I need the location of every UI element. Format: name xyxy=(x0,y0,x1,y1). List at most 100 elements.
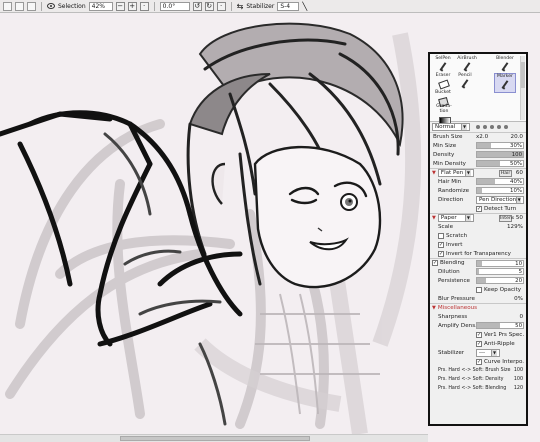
detect-turn-checkbox[interactable]: ✓ Detect Turn xyxy=(476,205,516,212)
ver1-row: ✓ Ver1 Prs Spec. xyxy=(430,330,526,339)
min-density-row: Min Density 50% xyxy=(430,159,526,168)
keep-opacity-checkbox[interactable]: Keep Opacity xyxy=(476,286,522,293)
keep-opacity-label: Keep Opacity xyxy=(484,286,522,293)
stabilizer-select[interactable]: S-4 xyxy=(277,1,300,11)
chevron-down-icon: ▼ xyxy=(464,170,471,176)
flip-icon[interactable]: ⇆ xyxy=(237,2,244,11)
blending-slider[interactable]: 10 xyxy=(476,260,524,267)
brush-size-multiplier[interactable]: x2.0 xyxy=(476,134,488,140)
blur-pressure-value[interactable]: 0% xyxy=(514,296,523,302)
invert-checkbox[interactable]: ✓ Invert xyxy=(438,241,462,248)
brush-size-row: Brush Size x2.0 20.0 xyxy=(430,132,526,141)
horizontal-scrollbar[interactable] xyxy=(0,434,428,442)
checkbox-checked-icon[interactable]: ✓ xyxy=(432,260,438,266)
tool-option-button[interactable] xyxy=(3,1,12,11)
density-slider[interactable]: 100 xyxy=(476,151,524,158)
tool-grid-scrollbar[interactable] xyxy=(520,56,525,120)
tool-marker[interactable]: Marker xyxy=(494,73,516,93)
panel-stabilizer-select[interactable]: --- ▼ xyxy=(476,348,500,357)
hair-min-fill xyxy=(477,179,496,184)
marker-label: Marker xyxy=(497,74,513,79)
rotation-field[interactable]: 0.0° xyxy=(159,1,190,11)
dilution-fill xyxy=(477,269,480,274)
scale-value[interactable]: 129% xyxy=(507,224,523,230)
amplify-row: Amplify Dens. 50 xyxy=(430,321,526,330)
brush-settings-panel: SelPen AirBrush Blender Eraser Pencil Ma… xyxy=(428,52,528,426)
invert-transparency-checkbox[interactable]: ✓ Invert for Transparency xyxy=(438,250,511,257)
direction-select[interactable]: Pen Direction ▼ xyxy=(476,195,524,204)
prs-size-row[interactable]: Prs. Hard <-> Soft: Brush Size 100 xyxy=(430,366,526,375)
scratch-checkbox[interactable]: Scratch xyxy=(438,232,467,239)
prs-size-label: Prs. Hard <-> Soft: Brush Size xyxy=(438,368,511,373)
sharpness-value[interactable]: 0 xyxy=(519,314,523,320)
min-size-value: 30% xyxy=(510,143,522,149)
zoom-out-button[interactable]: − xyxy=(115,1,125,11)
rotation-value: 0.0° xyxy=(162,2,176,10)
randomize-row: Randomize 10% xyxy=(430,186,526,195)
eye-icon[interactable] xyxy=(47,3,55,9)
hair-min-label: Hair Min xyxy=(438,178,462,185)
tool-pencil[interactable]: Pencil xyxy=(454,73,476,93)
amplify-slider[interactable]: 50 xyxy=(476,322,524,329)
persistence-row: Persistence 20 xyxy=(430,276,526,285)
checkbox-checked-icon: ✓ xyxy=(438,250,444,257)
scrollbar-thumb[interactable] xyxy=(120,436,310,441)
panel-stabilizer-value: --- xyxy=(479,349,486,356)
antiripple-checkbox[interactable]: ✓ Anti-Ripple xyxy=(476,340,515,347)
misc-header[interactable]: ▼ Miscellaneous xyxy=(430,303,526,312)
drawing-canvas[interactable] xyxy=(0,14,428,434)
rotate-left-button[interactable]: ↺ xyxy=(192,1,202,11)
randomize-slider[interactable]: 10% xyxy=(476,187,524,194)
prs-blending-row[interactable]: Prs. Hard <-> Soft: Blending 120 xyxy=(430,384,526,393)
prs-density-value: 100 xyxy=(513,377,523,382)
selection-label: Selection xyxy=(58,2,86,10)
brush-tip-shapes[interactable] xyxy=(476,125,508,129)
tool-option-button[interactable] xyxy=(15,1,24,11)
zoom-value: 42% xyxy=(91,2,105,10)
antiripple-row: ✓ Anti-Ripple xyxy=(430,339,526,348)
persistence-slider[interactable]: 20 xyxy=(476,277,524,284)
top-toolbar: Selection 42% − + · 0.0° ↺ ↻ · ⇆ Stabili… xyxy=(0,0,540,13)
eraser-icon xyxy=(437,79,449,89)
texture-select[interactable]: Paper ▼ xyxy=(437,214,474,222)
tool-option-button[interactable] xyxy=(27,1,36,11)
checkbox-checked-icon: ✓ xyxy=(476,205,482,212)
rotate-right-button[interactable]: ↻ xyxy=(204,1,214,11)
rotate-reset-button[interactable]: · xyxy=(216,1,226,11)
shape-row: ▼ Flat Pen ▼ Hair 60 xyxy=(430,168,526,177)
shape-value[interactable]: 60 xyxy=(516,170,523,176)
prs-density-row[interactable]: Prs. Hard <-> Soft: Density 100 xyxy=(430,375,526,384)
min-size-label: Min Size xyxy=(433,142,457,149)
hair-min-slider[interactable]: 40% xyxy=(476,178,524,185)
dilution-slider[interactable]: 5 xyxy=(476,268,524,275)
density-value: 100 xyxy=(511,152,522,158)
chevron-down-icon: ▼ xyxy=(516,196,521,203)
shape-select[interactable]: Flat Pen ▼ xyxy=(437,169,474,177)
shape-mode-button[interactable]: Hair xyxy=(499,170,512,177)
marker-icon xyxy=(499,80,511,90)
scale-label: Scale xyxy=(438,223,454,230)
pen-icon[interactable]: ╲ xyxy=(302,2,307,11)
zoom-in-button[interactable]: + xyxy=(127,1,137,11)
blend-mode-select[interactable]: Normal ▼ xyxy=(432,123,470,131)
tool-gradation[interactable]: Grada-tion xyxy=(432,104,456,125)
ver1-checkbox[interactable]: ✓ Ver1 Prs Spec. xyxy=(476,331,524,338)
zoom-reset-button[interactable]: · xyxy=(139,1,149,11)
brush-size-value[interactable]: 20.0 xyxy=(511,134,523,140)
min-density-slider[interactable]: 50% xyxy=(476,160,524,167)
texture-intensity-button[interactable]: Intens xyxy=(499,215,514,222)
min-size-slider[interactable]: 30% xyxy=(476,142,524,149)
prs-blending-value: 120 xyxy=(513,386,523,391)
sharpness-row: Sharpness 0 xyxy=(430,312,526,321)
texture-value[interactable]: 50 xyxy=(516,215,523,221)
blender-label: Blender xyxy=(496,56,514,61)
direction-row: Direction Pen Direction ▼ xyxy=(430,195,526,204)
section-marker-icon: ▼ xyxy=(432,170,436,176)
prs-density-label: Prs. Hard <-> Soft: Density xyxy=(438,377,504,382)
bucket-label: Bucket xyxy=(435,90,451,95)
scrollbar-thumb[interactable] xyxy=(521,62,525,88)
randomize-label: Randomize xyxy=(438,187,470,194)
gradation-label: Grada-tion xyxy=(436,104,452,114)
curve-interpo-checkbox[interactable]: ✓ Curve Interpo. xyxy=(476,358,524,365)
zoom-field[interactable]: 42% xyxy=(88,1,113,11)
